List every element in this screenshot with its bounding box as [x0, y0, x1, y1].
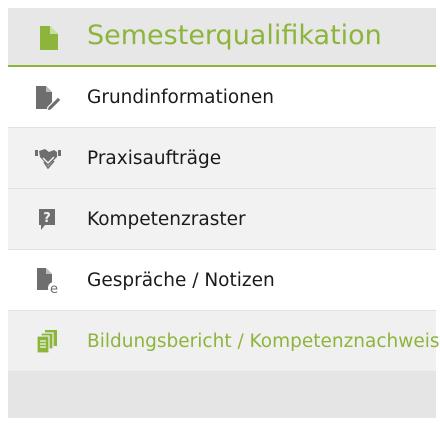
- menu-list: Grundinformationen Praxisaufträge ? Komp…: [8, 67, 440, 372]
- svg-text:?: ?: [43, 211, 51, 226]
- panel-header: Semesterqualifikation: [8, 8, 436, 67]
- menu-item-label: Bildungsbericht / Kompetenznachweis: [87, 331, 440, 352]
- page-title: Semesterqualifikation: [87, 20, 382, 51]
- panel-footer: [8, 373, 436, 418]
- handshake-icon: [34, 146, 62, 172]
- semester-panel: Semesterqualifikation Grundinformationen: [8, 8, 440, 418]
- menu-item-praxisauftraege[interactable]: Praxisaufträge: [8, 128, 436, 189]
- menu-item-kompetenzraster[interactable]: ? Kompetenzraster: [8, 189, 436, 250]
- document-note-icon: e: [34, 268, 62, 297]
- menu-item-bildungsbericht[interactable]: Bildungsbericht / Kompetenznachweis: [8, 311, 440, 372]
- menu-item-grundinformationen[interactable]: Grundinformationen: [8, 67, 436, 128]
- svg-text:e: e: [50, 282, 58, 294]
- question-bubble-icon: ?: [34, 207, 62, 233]
- menu-item-label: Grundinformationen: [87, 87, 275, 108]
- menu-item-gespraeche-notizen[interactable]: e Gespräche / Notizen: [8, 250, 436, 311]
- document-edit-icon: [34, 85, 62, 112]
- menu-item-label: Kompetenzraster: [87, 209, 246, 230]
- menu-item-label: Praxisaufträge: [87, 148, 222, 169]
- document-icon: [38, 26, 58, 50]
- menu-item-label: Gespräche / Notizen: [87, 270, 275, 291]
- documents-stack-icon: [34, 329, 62, 355]
